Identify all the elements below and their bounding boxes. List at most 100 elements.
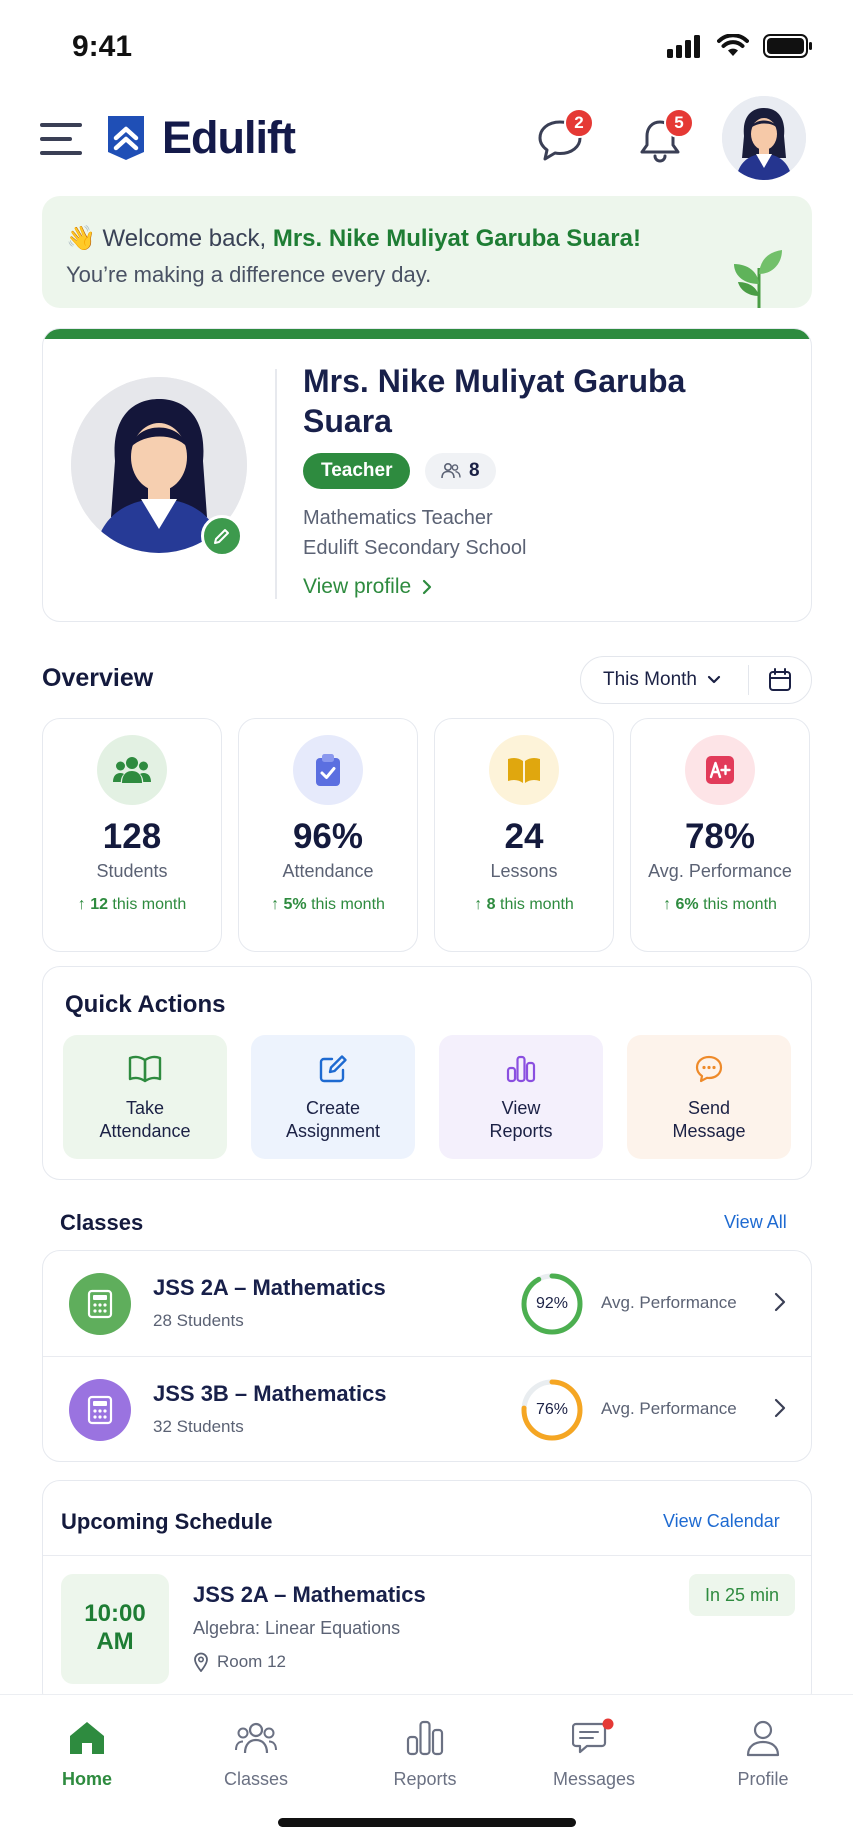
nav-icon-wrap: [365, 1715, 485, 1761]
nav-icon-wrap: [534, 1715, 654, 1761]
menu-button[interactable]: [40, 118, 82, 160]
status-bar: 9:41: [0, 0, 853, 96]
stat-label: Avg. Performance: [648, 861, 792, 881]
nav-icon-wrap: [27, 1715, 147, 1761]
performance-icon-wrap: [685, 735, 755, 805]
role-badge: Teacher: [303, 453, 411, 489]
edulift-logo-icon: [108, 116, 144, 160]
performance-label: Avg. Performance: [601, 1399, 737, 1418]
stat-delta-suffix: this month: [107, 896, 187, 913]
create-assignment-button[interactable]: Create Assignment: [251, 1035, 415, 1159]
classes-count-chip: 8: [425, 453, 496, 489]
grade-a-plus-icon: [706, 756, 734, 784]
edit-avatar-button[interactable]: [201, 515, 243, 557]
home-icon: [70, 1722, 104, 1754]
nav-label: Reports: [393, 1769, 457, 1789]
chat-icon: [572, 1718, 614, 1754]
view-all-classes-link[interactable]: View All: [724, 1212, 787, 1233]
nav-messages[interactable]: Messages: [534, 1715, 654, 1790]
class-icon-wrap: [69, 1273, 131, 1335]
user-icon: [746, 1720, 780, 1757]
chevron-right-icon: [774, 1398, 786, 1418]
schedule-class: JSS 2A – Mathematics: [193, 1582, 426, 1607]
starts-in-badge: In 25 min: [688, 1574, 795, 1616]
classes-group-icon: [235, 1722, 277, 1754]
stat-value: 128: [102, 817, 162, 856]
app-logo[interactable]: Edulift: [104, 112, 296, 164]
schedule-time: 10:00 AM: [61, 1574, 169, 1684]
stat-delta: ↑ 5% this month: [271, 896, 385, 913]
view-profile-link[interactable]: View profile: [303, 575, 433, 599]
schedule-topic: Algebra: Linear Equations: [193, 1618, 401, 1638]
stat-delta-value: 12: [90, 896, 108, 913]
stat-value: 96%: [292, 817, 364, 856]
stat-label: Students: [96, 861, 168, 881]
take-attendance-button[interactable]: Take Attendance: [63, 1035, 227, 1159]
stat-card-attendance[interactable]: 96% Attendance ↑ 5% this month: [238, 718, 418, 952]
send-message-button[interactable]: Send Message: [627, 1035, 791, 1159]
schedule-item[interactable]: 10:00 AM JSS 2A – Mathematics Algebra: L…: [43, 1555, 811, 1709]
period-value: This Month: [603, 669, 697, 690]
stat-delta: ↑ 8 this month: [474, 896, 574, 913]
menu-line: [40, 137, 72, 141]
schedule-time-ampm: AM: [96, 1628, 134, 1655]
profile-divider: [275, 369, 277, 599]
view-calendar-link[interactable]: View Calendar: [663, 1511, 780, 1532]
attendance-icon-wrap: [293, 735, 363, 805]
edit-square-icon: [319, 1055, 347, 1083]
welcome-banner: 👋 Welcome back, Mrs. Nike Muliyat Garuba…: [42, 196, 812, 308]
nav-home[interactable]: Home: [27, 1715, 147, 1790]
schedule-title: Upcoming Schedule: [61, 1509, 273, 1534]
stat-delta-suffix: this month: [698, 896, 777, 913]
battery-icon: [763, 34, 812, 58]
nav-classes[interactable]: Classes: [196, 1715, 316, 1790]
profile-card-accent: [43, 329, 811, 339]
nav-label: Messages: [552, 1769, 636, 1789]
performance-value: 76%: [535, 1401, 569, 1418]
wifi-icon: [717, 34, 749, 56]
calendar-button[interactable]: [749, 657, 811, 703]
welcome-subtitle: You’re making a difference every day.: [66, 262, 432, 287]
quick-actions-card: Quick Actions Take Attendance Create Ass…: [42, 966, 812, 1180]
stat-delta-suffix: this month: [495, 896, 574, 913]
nav-profile[interactable]: Profile: [703, 1715, 823, 1790]
profile-title: Mathematics Teacher: [303, 507, 493, 529]
stat-label: Lessons: [490, 861, 558, 881]
students-icon-wrap: [97, 735, 167, 805]
stat-delta-suffix: this month: [306, 896, 385, 913]
stat-card-performance[interactable]: 78% Avg. Performance ↑ 6% this month: [630, 718, 810, 952]
stat-delta: ↑ 12 this month: [77, 896, 187, 913]
messages-badge: 2: [564, 108, 594, 138]
home-indicator: [278, 1818, 576, 1827]
notifications-button[interactable]: 5: [634, 108, 694, 170]
open-book-icon: [508, 757, 540, 783]
chevron-right-icon: [423, 579, 432, 595]
bar-chart-icon: [406, 1720, 444, 1756]
classes-title: Classes: [60, 1210, 144, 1235]
view-reports-button[interactable]: View Reports: [439, 1035, 603, 1159]
nav-icon-wrap: [196, 1715, 316, 1761]
nav-label: Classes: [223, 1769, 289, 1789]
user-avatar[interactable]: [722, 96, 806, 180]
calculator-icon: [87, 1289, 113, 1319]
class-row[interactable]: JSS 2A – Mathematics 28 Students 92% Avg…: [43, 1251, 811, 1356]
stat-card-lessons[interactable]: 24 Lessons ↑ 8 this month: [434, 718, 614, 952]
bar-chart-icon: [506, 1055, 536, 1083]
messages-button[interactable]: 2: [534, 108, 594, 170]
app-name: Edulift: [162, 112, 296, 163]
qa-label: View Reports: [489, 1098, 553, 1141]
lessons-icon-wrap: [489, 735, 559, 805]
class-row[interactable]: JSS 3B – Mathematics 32 Students 76% Avg…: [43, 1356, 811, 1461]
welcome-name: Mrs. Nike Muliyat Garuba Suara!: [272, 225, 641, 252]
app-header: Edulift 2 5: [0, 96, 853, 196]
stat-value: 24: [504, 817, 544, 856]
qa-icon-wrap: [503, 1051, 539, 1087]
stat-delta-value: 6%: [675, 896, 699, 913]
nav-reports[interactable]: Reports: [365, 1715, 485, 1790]
schedule-time-value: 10:00: [84, 1600, 146, 1627]
stat-card-students[interactable]: 128 Students ↑ 12 this month: [42, 718, 222, 952]
qa-label: Send Message: [672, 1098, 746, 1141]
people-icon: [441, 462, 461, 479]
performance-value: 92%: [535, 1295, 569, 1312]
period-dropdown[interactable]: This Month: [581, 657, 748, 703]
